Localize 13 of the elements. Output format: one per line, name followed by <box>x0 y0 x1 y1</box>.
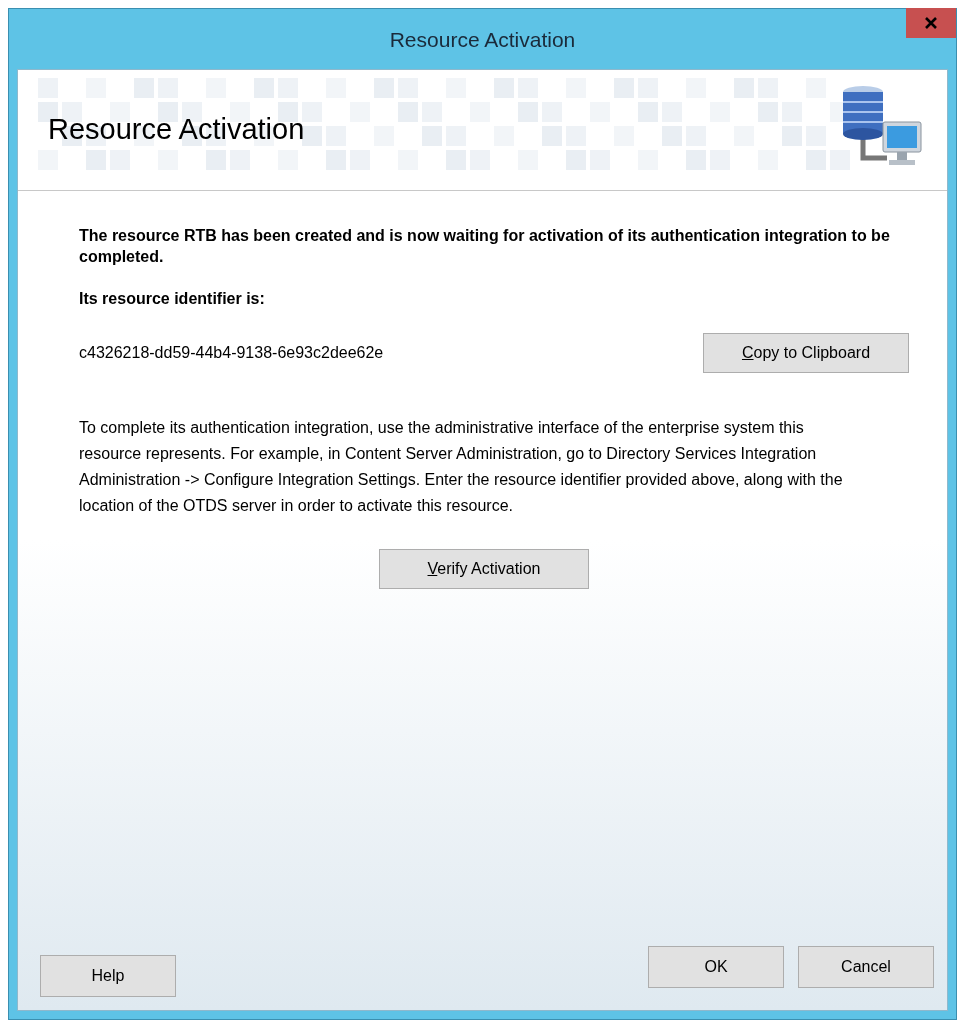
resource-identifier: c4326218-dd59-44b4-9138-6e93c2dee62e <box>79 343 384 363</box>
ok-button[interactable]: OK <box>648 946 784 988</box>
close-icon <box>925 17 937 29</box>
copy-button[interactable]: Copy to Clipboard <box>703 333 909 373</box>
window-title: Resource Activation <box>389 27 576 54</box>
header-title: Resource Activation <box>48 112 305 148</box>
verify-button[interactable]: Verify Activation <box>379 549 589 589</box>
instructions-text: To complete its authentication integration, use the administrative interface of the enterprise system this resource represents. For example, in Content Server Administration, go to Directory Services Integration Administration -> Configure Integration Settings. Enter the resource identifier provided above, along with the location of the OTDS server in order to activate this resource. <box>79 418 844 516</box>
identifier-label: Its resource identifier is: <box>79 289 266 309</box>
cancel-button[interactable]: Cancel <box>798 946 934 988</box>
help-button[interactable]: Help <box>40 955 176 997</box>
close-button[interactable] <box>906 8 956 38</box>
status-message: The resource RTB has been created and is now waiting for activation of its authentication integration to be completed. <box>79 226 891 267</box>
